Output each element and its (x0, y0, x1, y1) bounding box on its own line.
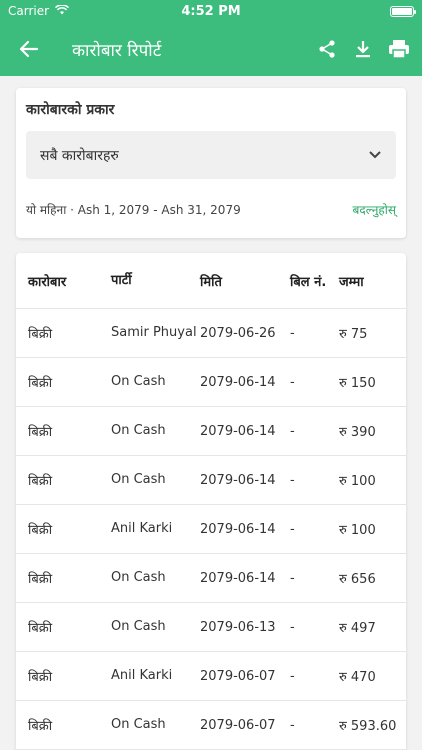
transaction-type-value: सबै कारोबारहरु (40, 147, 119, 164)
table-row[interactable]: बिक्री Anil Karki 2079-06-07 - रु 470 (16, 652, 406, 701)
cell-type: बिक्री (28, 572, 53, 587)
table-row[interactable]: बिक्री Samir Phuyal 2079-06-26 - रु 75 (16, 309, 406, 358)
cell-bill-no: - (290, 570, 295, 586)
cell-party: Samir Phuyal (111, 325, 197, 340)
cell-party: Anil Karki (111, 521, 173, 536)
download-icon (356, 41, 370, 58)
change-period-link[interactable]: बदल्नुहोस् (353, 201, 396, 218)
cell-date: 2079-06-14 (200, 374, 276, 390)
cell-type: बिक्री (28, 523, 53, 538)
wifi-icon (54, 4, 70, 18)
cell-bill-no: - (290, 717, 295, 733)
cell-date: 2079-06-07 (200, 717, 276, 733)
cell-date: 2079-06-13 (200, 619, 276, 635)
cell-party: On Cash (111, 717, 166, 732)
cell-type: बिक्री (28, 327, 53, 342)
cell-amount: रु 75 (339, 327, 368, 342)
cell-party: On Cash (111, 423, 166, 438)
status-time: 4:52 PM (181, 3, 241, 19)
share-icon (319, 40, 335, 58)
cell-amount: रु 470 (339, 670, 376, 685)
cell-date: 2079-06-26 (200, 325, 276, 341)
table-row[interactable]: बिक्री On Cash 2079-06-14 - रु 100 (16, 456, 406, 505)
printer-icon (389, 40, 409, 59)
report-table: कारोबार पार्टी मिति बिल नं. जम्मा बिक्री… (16, 253, 406, 750)
cell-date: 2079-06-14 (200, 521, 276, 537)
page-title: कारोबार रिपोर्ट (72, 40, 162, 61)
cell-bill-no: - (290, 472, 295, 488)
cell-party: On Cash (111, 619, 166, 634)
cell-amount: रु 497 (339, 621, 376, 636)
cell-bill-no: - (290, 668, 295, 684)
table-row[interactable]: बिक्री On Cash 2079-06-14 - रु 390 (16, 407, 406, 456)
column-header-date[interactable]: मिति (200, 272, 290, 290)
table-header: कारोबार पार्टी मिति बिल नं. जम्मा (16, 253, 406, 309)
cell-date: 2079-06-14 (200, 472, 276, 488)
battery-icon (390, 5, 416, 17)
cell-type: बिक्री (28, 474, 53, 489)
cell-bill-no: - (290, 325, 295, 341)
cell-bill-no: - (290, 423, 295, 439)
table-row[interactable]: बिक्री On Cash 2079-06-14 - रु 150 (16, 358, 406, 407)
cell-amount: रु 656 (339, 572, 376, 587)
share-button[interactable] (314, 34, 340, 64)
table-row[interactable]: बिक्री On Cash 2079-06-13 - रु 497 (16, 603, 406, 652)
cell-bill-no: - (290, 521, 295, 537)
cell-type: बिक्री (28, 670, 53, 685)
cell-amount: रु 593.60 (339, 719, 397, 734)
status-bar: Carrier 4:52 PM (0, 0, 422, 22)
transaction-type-select[interactable]: सबै कारोबारहरु (26, 131, 396, 179)
cell-amount: रु 100 (339, 474, 376, 489)
cell-date: 2079-06-07 (200, 668, 276, 684)
column-header-amount[interactable]: जम्मा (339, 272, 406, 290)
table-row[interactable]: बिक्री On Cash 2079-06-07 - रु 593.60 (16, 701, 406, 750)
table-row[interactable]: बिक्री On Cash 2079-06-14 - रु 656 (16, 554, 406, 603)
table-row[interactable]: बिक्री Anil Karki 2079-06-14 - रु 100 (16, 505, 406, 554)
download-button[interactable] (350, 34, 376, 64)
cell-type: बिक्री (28, 719, 53, 734)
column-header-party[interactable]: पार्टी (111, 272, 200, 290)
cell-party: On Cash (111, 472, 166, 487)
cell-date: 2079-06-14 (200, 570, 276, 586)
carrier-label: Carrier (8, 4, 50, 18)
battery-level (392, 7, 412, 15)
status-left: Carrier (8, 4, 70, 18)
cell-party: On Cash (111, 374, 166, 389)
column-header-bill-no[interactable]: बिल नं. (290, 272, 339, 290)
transaction-type-label: कारोबारको प्रकार (26, 102, 115, 118)
filter-card: कारोबारको प्रकार सबै कारोबारहरु यो महिना… (16, 88, 406, 238)
cell-bill-no: - (290, 619, 295, 635)
cell-type: बिक्री (28, 425, 53, 440)
app-bar: कारोबार रिपोर्ट (0, 22, 422, 76)
back-button[interactable] (14, 34, 44, 64)
cell-amount: रु 100 (339, 523, 376, 538)
period-row: यो महिना · Ash 1, 2079 - Ash 31, 2079 बद… (26, 201, 396, 218)
cell-party: On Cash (111, 570, 166, 585)
cell-type: बिक्री (28, 376, 53, 391)
cell-date: 2079-06-14 (200, 423, 276, 439)
status-right (390, 5, 416, 17)
period-label: यो महिना · Ash 1, 2079 - Ash 31, 2079 (26, 203, 241, 217)
cell-amount: रु 390 (339, 425, 376, 440)
arrow-left-icon (19, 40, 39, 58)
cell-bill-no: - (290, 374, 295, 390)
cell-party: Anil Karki (111, 668, 173, 683)
cell-type: बिक्री (28, 621, 53, 636)
column-header-type[interactable]: कारोबार (16, 272, 111, 290)
toolbar-actions (314, 34, 412, 64)
print-button[interactable] (386, 34, 412, 64)
cell-amount: रु 150 (339, 376, 376, 391)
chevron-down-icon (369, 151, 381, 159)
